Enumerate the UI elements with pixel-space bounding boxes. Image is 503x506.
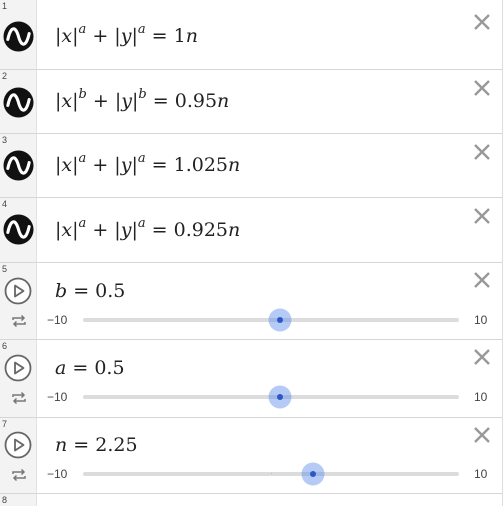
var-x: x bbox=[61, 219, 73, 241]
row-index: 7 bbox=[2, 419, 8, 429]
slider-thumb-dot bbox=[277, 317, 284, 323]
loop-icon[interactable] bbox=[11, 314, 27, 328]
curve-icon[interactable] bbox=[3, 21, 34, 52]
var-x: x bbox=[61, 25, 73, 47]
slider-max: 10 bbox=[474, 390, 488, 404]
close-icon[interactable] bbox=[472, 347, 492, 367]
rhs-number: 0.925 bbox=[173, 219, 229, 241]
close-icon[interactable] bbox=[472, 270, 492, 290]
expression-row[interactable]: 1 |x|a + |y|a = 1n bbox=[0, 0, 502, 70]
slider-max: 10 bbox=[474, 467, 488, 481]
play-icon[interactable] bbox=[4, 277, 32, 305]
var-n: n bbox=[217, 90, 230, 112]
slider-definition[interactable]: b = 0.5 bbox=[55, 280, 125, 302]
loop-icon[interactable] bbox=[11, 468, 27, 482]
expression-row[interactable]: 4 |x|a + |y|a = 0.925n bbox=[0, 198, 502, 263]
slider-max: 10 bbox=[474, 313, 488, 327]
exponent: b bbox=[138, 87, 147, 102]
var-n: n bbox=[185, 25, 198, 47]
slider-variable: a bbox=[55, 357, 67, 379]
curve-icon[interactable] bbox=[3, 87, 34, 118]
slider-definition[interactable]: n = 2.25 bbox=[55, 434, 138, 456]
empty-expression-row[interactable]: 8 bbox=[0, 494, 502, 506]
row-gutter: 7 bbox=[0, 418, 37, 493]
var-n: n bbox=[228, 154, 241, 176]
var-y: y bbox=[120, 154, 132, 176]
expression-math[interactable]: |x|b + |y|b = 0.95n bbox=[55, 87, 230, 112]
curve-icon[interactable] bbox=[3, 150, 34, 181]
close-icon[interactable] bbox=[472, 12, 492, 32]
row-index: 6 bbox=[2, 341, 8, 351]
expression-row[interactable]: 2 |x|b + |y|b = 0.95n bbox=[0, 70, 502, 134]
var-y: y bbox=[121, 90, 132, 112]
rhs-number: 1.025 bbox=[173, 154, 229, 176]
close-icon[interactable] bbox=[472, 142, 492, 162]
exponent: a bbox=[78, 151, 87, 166]
slider-row[interactable]: 7 n = 2.25 −10 10 bbox=[0, 418, 502, 494]
expression-math[interactable]: |x|a + |y|a = 0.925n bbox=[55, 216, 241, 241]
slider-value: 0.5 bbox=[95, 280, 126, 302]
slider-definition[interactable]: a = 0.5 bbox=[55, 357, 125, 379]
var-n: n bbox=[228, 219, 241, 241]
row-index: 4 bbox=[2, 199, 8, 209]
rhs-number: 1 bbox=[173, 25, 186, 47]
var-y: y bbox=[120, 25, 132, 47]
slider-variable: n bbox=[55, 434, 68, 456]
slider-row[interactable]: 6 a = 0.5 −10 10 bbox=[0, 340, 502, 418]
var-y: y bbox=[120, 219, 132, 241]
exponent: b bbox=[78, 87, 87, 102]
row-gutter: 1 bbox=[0, 0, 37, 69]
expression-math[interactable]: |x|a + |y|a = 1n bbox=[55, 22, 198, 47]
exponent: a bbox=[78, 216, 87, 231]
row-index: 5 bbox=[2, 264, 8, 274]
expression-list: 1 |x|a + |y|a = 1n 2 |x|b + |y|b = 0.95n… bbox=[0, 0, 503, 506]
rhs-number: 0.95 bbox=[174, 90, 218, 112]
var-x: x bbox=[61, 154, 73, 176]
row-gutter: 4 bbox=[0, 198, 37, 262]
row-index: 1 bbox=[2, 1, 8, 11]
slider-min: −10 bbox=[47, 313, 68, 327]
close-icon[interactable] bbox=[472, 78, 492, 98]
var-x: x bbox=[61, 90, 73, 112]
row-gutter: 2 bbox=[0, 70, 37, 133]
close-icon[interactable] bbox=[472, 425, 492, 445]
exponent: a bbox=[137, 22, 146, 37]
exponent: a bbox=[137, 216, 146, 231]
slider-row[interactable]: 5 b = 0.5 −10 10 bbox=[0, 263, 502, 340]
row-index: 8 bbox=[2, 495, 8, 505]
row-gutter: 5 bbox=[0, 263, 37, 339]
slider-thumb-dot bbox=[277, 394, 284, 400]
play-icon[interactable] bbox=[4, 354, 32, 382]
row-index: 3 bbox=[2, 135, 8, 145]
slider-value: 2.25 bbox=[95, 434, 138, 456]
close-icon[interactable] bbox=[472, 206, 492, 226]
row-gutter: 6 bbox=[0, 340, 37, 417]
expression-row[interactable]: 3 |x|a + |y|a = 1.025n bbox=[0, 134, 502, 198]
play-icon[interactable] bbox=[4, 431, 32, 459]
row-gutter: 3 bbox=[0, 134, 37, 197]
loop-icon[interactable] bbox=[11, 391, 27, 405]
row-gutter: 8 bbox=[0, 494, 37, 506]
slider-min: −10 bbox=[47, 467, 68, 481]
row-index: 2 bbox=[2, 71, 8, 81]
slider-value: 0.5 bbox=[94, 357, 125, 379]
slider-origin-tick bbox=[271, 473, 272, 474]
slider-min: −10 bbox=[47, 390, 68, 404]
expression-math[interactable]: |x|a + |y|a = 1.025n bbox=[55, 151, 241, 176]
slider-variable: b bbox=[55, 280, 68, 302]
exponent: a bbox=[137, 151, 146, 166]
exponent: a bbox=[78, 22, 87, 37]
curve-icon[interactable] bbox=[3, 214, 34, 245]
slider-thumb-dot bbox=[310, 471, 317, 477]
